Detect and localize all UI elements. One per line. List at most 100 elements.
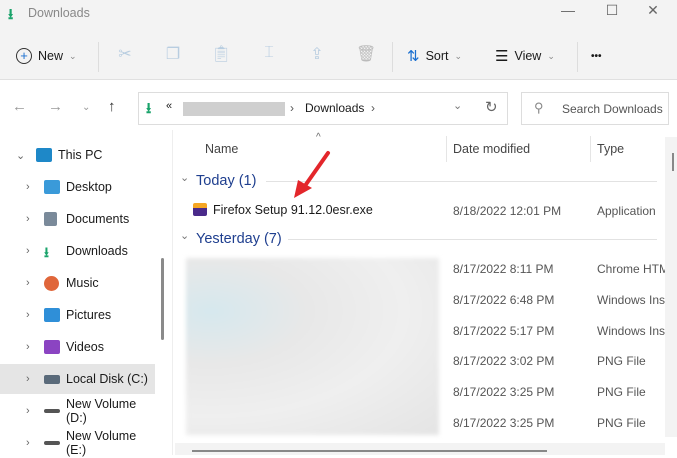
- file-type: Application: [597, 204, 656, 218]
- drive-icon: [44, 409, 60, 413]
- sidebar-item-this-pc[interactable]: ⌄ This PC: [0, 140, 155, 170]
- chevron-right-icon[interactable]: ›: [26, 341, 30, 353]
- forward-button[interactable]: →: [48, 98, 63, 115]
- chevron-down-icon: ⌄: [454, 50, 463, 61]
- recent-locations-button[interactable]: ⌄: [82, 102, 90, 113]
- close-button[interactable]: ✕: [638, 2, 668, 24]
- sidebar-label: Videos: [66, 340, 104, 354]
- group-header-yesterday[interactable]: Yesterday (7): [196, 231, 282, 247]
- vertical-scrollbar-track[interactable]: [665, 137, 677, 437]
- column-header-date[interactable]: Date modified: [453, 142, 530, 156]
- file-date: 8/17/2022 3:25 PM: [453, 385, 555, 399]
- downloads-icon: ⭳: [8, 6, 14, 23]
- file-type: Chrome HTM: [597, 262, 670, 276]
- sidebar-label: Music: [66, 276, 99, 290]
- downloads-icon: ⭳: [44, 244, 49, 260]
- red-arrow-annotation: [294, 151, 330, 198]
- documents-icon: [44, 212, 57, 226]
- file-date: 8/17/2022 6:48 PM: [453, 293, 555, 307]
- file-row[interactable]: Firefox Setup 91.12.0esr.exe 8/18/2022 1…: [186, 198, 656, 222]
- horizontal-scrollbar-thumb[interactable]: [192, 450, 547, 452]
- copy-icon[interactable]: ❐: [163, 44, 183, 66]
- group-header-today[interactable]: Today (1): [196, 173, 256, 189]
- chevron-right-icon[interactable]: ›: [26, 277, 30, 289]
- chevron-right-icon[interactable]: ›: [26, 437, 30, 449]
- pane-divider: [172, 130, 173, 455]
- chevron-down-icon: ⌄: [547, 50, 555, 61]
- drive-icon: [44, 374, 60, 384]
- firefox-installer-icon: [193, 203, 207, 216]
- sidebar-label: This PC: [58, 148, 103, 162]
- sidebar-item-desktop[interactable]: › Desktop: [0, 172, 155, 202]
- vertical-scrollbar-thumb[interactable]: [672, 153, 674, 171]
- rename-icon[interactable]: ⌶: [259, 44, 279, 66]
- file-date: 8/17/2022 3:02 PM: [453, 354, 555, 368]
- chevron-down-icon[interactable]: ⌄: [16, 149, 25, 162]
- share-icon[interactable]: ⇪: [307, 44, 327, 66]
- sidebar-item-new-volume-e[interactable]: › New Volume (E:): [0, 428, 155, 458]
- divider: [392, 42, 393, 72]
- file-date: 8/17/2022 3:25 PM: [453, 416, 555, 430]
- chevron-right-icon[interactable]: ›: [26, 245, 30, 257]
- overflow-breadcrumb[interactable]: «: [166, 100, 172, 112]
- sidebar-item-music[interactable]: › Music: [0, 268, 155, 298]
- more-options-button[interactable]: •••: [591, 42, 602, 70]
- breadcrumb-downloads[interactable]: Downloads: [305, 101, 364, 115]
- videos-icon: [44, 340, 60, 354]
- cut-icon[interactable]: ✂: [115, 44, 135, 66]
- chevron-down-icon[interactable]: ⌄: [180, 171, 189, 184]
- file-date: 8/18/2022 12:01 PM: [453, 204, 562, 218]
- chevron-down-icon[interactable]: ⌄: [180, 229, 189, 242]
- search-box[interactable]: ⚲ Search Downloads: [521, 92, 669, 125]
- chevron-down-icon: ⌄: [69, 50, 77, 61]
- chevron-right-icon[interactable]: ›: [26, 405, 30, 417]
- address-bar[interactable]: ⭳ « › Downloads › ⌄ ↻: [138, 92, 508, 125]
- column-header-type[interactable]: Type: [597, 142, 624, 156]
- chevron-right-icon[interactable]: ›: [26, 373, 30, 385]
- column-divider[interactable]: [446, 136, 447, 162]
- sort-ascending-icon: ^: [316, 132, 321, 143]
- sidebar-item-downloads[interactable]: › ⭳ Downloads: [0, 236, 155, 266]
- view-button[interactable]: ☰ View ⌄: [495, 42, 555, 70]
- redacted-breadcrumb: [183, 102, 285, 116]
- divider: [98, 42, 99, 72]
- column-divider[interactable]: [590, 136, 591, 162]
- downloads-icon: ⭳: [146, 100, 152, 117]
- up-button[interactable]: ↑: [108, 98, 116, 115]
- back-button[interactable]: ←: [12, 98, 27, 115]
- delete-icon[interactable]: 🗑︎: [356, 44, 376, 66]
- minimize-button[interactable]: —: [553, 2, 583, 24]
- search-input[interactable]: Search Downloads: [562, 102, 663, 116]
- chevron-right-icon[interactable]: ›: [26, 181, 30, 193]
- paste-icon[interactable]: 📋︎: [211, 44, 231, 66]
- sidebar-label: Desktop: [66, 180, 112, 194]
- sidebar-label: Downloads: [66, 244, 128, 258]
- sort-label: Sort: [425, 49, 449, 63]
- divider: [577, 42, 578, 72]
- breadcrumb-separator[interactable]: ›: [371, 101, 375, 115]
- horizontal-scrollbar-track[interactable]: [175, 443, 665, 455]
- sidebar-item-new-volume-d[interactable]: › New Volume (D:): [0, 396, 155, 426]
- refresh-icon[interactable]: ↻: [485, 98, 498, 116]
- file-type: PNG File: [597, 416, 646, 430]
- sidebar-item-local-disk-c[interactable]: › Local Disk (C:): [0, 364, 155, 394]
- file-date: 8/17/2022 5:17 PM: [453, 324, 555, 338]
- sidebar-label: Documents: [66, 212, 130, 226]
- new-button[interactable]: + New ⌄: [16, 42, 77, 70]
- drive-icon: [44, 441, 60, 445]
- chevron-right-icon[interactable]: ›: [26, 213, 30, 225]
- sort-button[interactable]: ⇅ Sort ⌄: [407, 42, 462, 70]
- pictures-icon: [44, 308, 60, 322]
- chevron-down-icon[interactable]: ⌄: [453, 99, 462, 112]
- sidebar-item-videos[interactable]: › Videos: [0, 332, 155, 362]
- new-label: New: [38, 49, 64, 63]
- sidebar-item-documents[interactable]: › Documents: [0, 204, 155, 234]
- sidebar-scrollbar[interactable]: [161, 258, 164, 340]
- group-divider: [288, 239, 657, 240]
- column-header-name[interactable]: Name: [205, 142, 238, 156]
- breadcrumb-separator: ›: [290, 101, 294, 115]
- maximize-button[interactable]: ☐: [597, 2, 627, 24]
- chevron-right-icon[interactable]: ›: [26, 309, 30, 321]
- sidebar-item-pictures[interactable]: › Pictures: [0, 300, 155, 330]
- file-type: Windows Ins: [597, 293, 666, 307]
